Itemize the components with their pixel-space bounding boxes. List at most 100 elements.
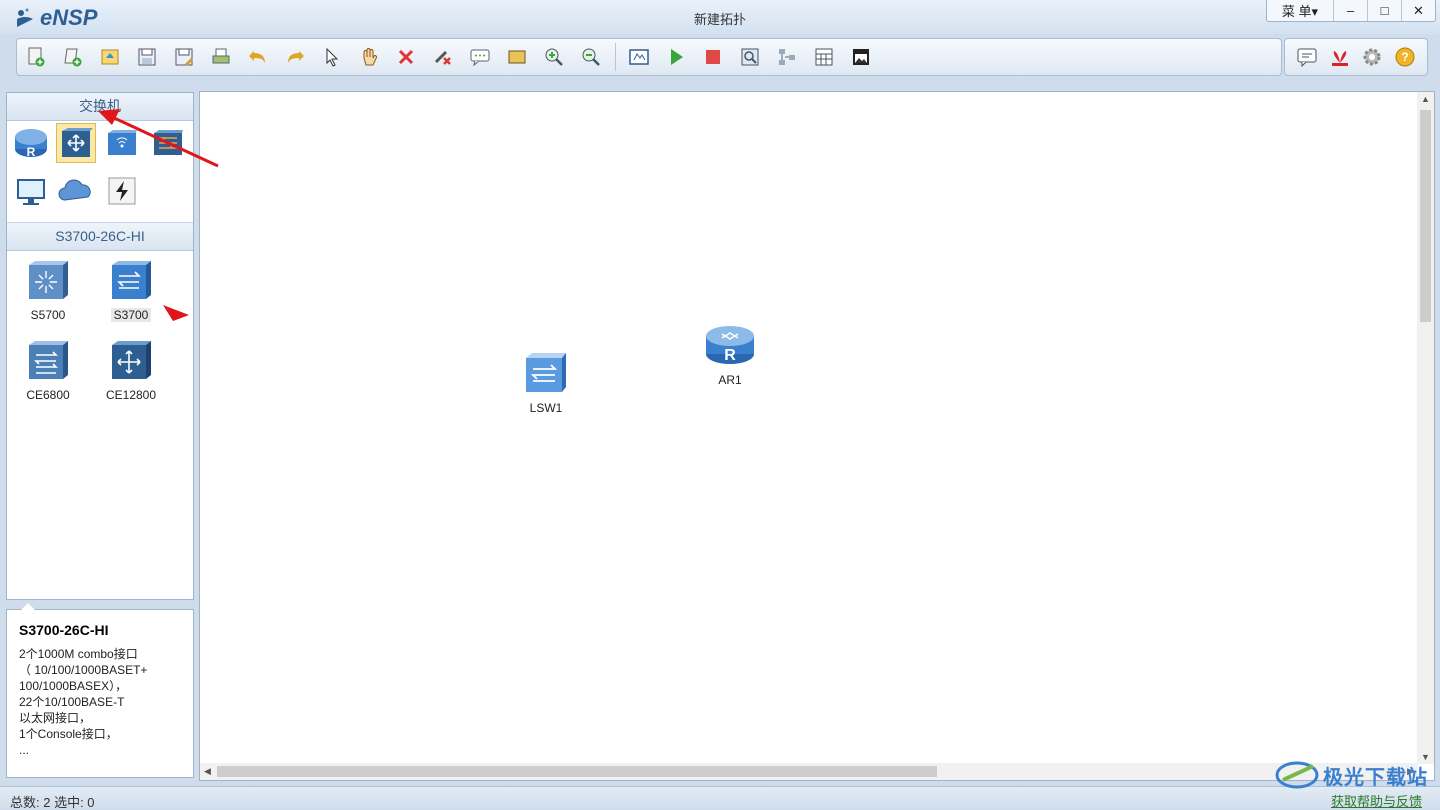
device-s3700[interactable]: S3700 xyxy=(96,259,166,322)
router-icon: R xyxy=(15,129,47,159)
screenshot-icon[interactable] xyxy=(848,44,874,70)
chat-icon[interactable] xyxy=(1294,44,1320,70)
router-node-icon: R xyxy=(706,326,754,364)
cloud-icon xyxy=(58,179,91,201)
node-lsw1[interactable]: LSW1 xyxy=(516,350,576,415)
menu-button[interactable]: 菜 单▾ xyxy=(1267,0,1333,21)
firewall-icon xyxy=(154,130,183,155)
window-title: 新建拓扑 xyxy=(693,12,746,27)
vertical-scrollbar[interactable]: ▲ ▼ xyxy=(1417,92,1434,764)
info-line: 2个1000M combo接口 xyxy=(19,647,138,661)
close-button[interactable]: ✕ xyxy=(1401,0,1435,21)
device-grid: S5700 S3700 CE6800 CE12800 xyxy=(7,251,193,596)
watermark: 极光下载站 xyxy=(1275,758,1428,792)
title-bar: eNSP 新建拓扑 菜 单▾ – □ ✕ xyxy=(0,0,1440,34)
info-line: 100/1000BASEX）， xyxy=(19,679,128,693)
device-info-panel: S3700-26C-HI 2个1000M combo接口 （ 10/100/10… xyxy=(6,603,194,778)
stop-device-icon[interactable] xyxy=(700,44,726,70)
right-toolbar: ? xyxy=(1284,38,1428,76)
grid-icon[interactable] xyxy=(811,44,837,70)
select-icon[interactable] xyxy=(319,44,345,70)
capture-icon[interactable] xyxy=(737,44,763,70)
text-annotation-icon[interactable] xyxy=(467,44,493,70)
scroll-left-icon[interactable]: ◀ xyxy=(204,766,211,777)
open-icon[interactable] xyxy=(97,44,123,70)
switch-node-icon xyxy=(526,353,566,392)
vertical-scroll-thumb[interactable] xyxy=(1420,110,1431,322)
delete-link-icon[interactable] xyxy=(430,44,456,70)
save-as-icon[interactable] xyxy=(171,44,197,70)
info-notch xyxy=(21,603,35,610)
huawei-icon[interactable] xyxy=(1327,44,1353,70)
info-line: （ 10/100/1000BASET+ xyxy=(19,663,148,677)
device-palette: 交换机 R S3700-26C-HI S5700 S3700 CE6800 CE… xyxy=(6,92,194,600)
category-header: 交换机 xyxy=(7,93,193,121)
svg-text:?: ? xyxy=(1401,50,1408,64)
category-grid: R xyxy=(7,121,193,223)
category-wireless[interactable] xyxy=(102,123,142,163)
delete-icon[interactable] xyxy=(393,44,419,70)
device-label: S3700 xyxy=(110,308,152,322)
info-title: S3700-26C-HI xyxy=(19,622,109,638)
zoom-in-icon[interactable] xyxy=(541,44,567,70)
ce6800-switch-icon xyxy=(29,341,68,379)
redo-icon[interactable] xyxy=(282,44,308,70)
wireless-icon xyxy=(108,130,137,155)
info-line: 22个10/100BASE-T xyxy=(19,695,125,709)
horizontal-scrollbar[interactable]: ◀ ▶ xyxy=(200,763,1418,780)
s3700-switch-icon xyxy=(112,261,151,299)
info-line: 以太网接口， xyxy=(19,711,92,725)
category-router[interactable]: R xyxy=(11,123,51,163)
category-power[interactable] xyxy=(102,171,142,211)
maximize-button[interactable]: □ xyxy=(1367,0,1401,21)
selection-count: 总数: 2 选中: 0 xyxy=(10,795,95,810)
new-topology-icon[interactable] xyxy=(23,44,49,70)
category-cloud[interactable] xyxy=(56,171,96,211)
rectangle-icon[interactable] xyxy=(504,44,530,70)
scroll-up-icon[interactable]: ▲ xyxy=(1421,94,1430,104)
device-label: S5700 xyxy=(30,308,66,322)
status-bar: 总数: 2 选中: 0 获取帮助与反馈 xyxy=(0,786,1440,810)
switch-icon xyxy=(62,128,93,157)
undo-icon[interactable] xyxy=(245,44,271,70)
horizontal-scroll-thumb[interactable] xyxy=(217,766,937,777)
device-series-header: S3700-26C-HI xyxy=(7,223,193,251)
window-controls: 菜 单▾ – □ ✕ xyxy=(1266,0,1436,22)
zoom-out-icon[interactable] xyxy=(578,44,604,70)
device-ce12800[interactable]: CE12800 xyxy=(96,339,166,402)
start-device-icon[interactable] xyxy=(663,44,689,70)
watermark-logo-icon xyxy=(1275,761,1319,789)
device-label: CE12800 xyxy=(105,388,157,402)
category-switch[interactable] xyxy=(56,123,96,163)
watermark-text: 极光下载站 xyxy=(1323,766,1428,789)
node-label: LSW1 xyxy=(529,401,563,415)
topology-canvas[interactable]: LSW1 R AR1 ▲ ▼ ◀ ▶ xyxy=(199,91,1435,781)
toolbar-separator xyxy=(615,43,616,71)
new-exam-icon[interactable] xyxy=(60,44,86,70)
category-firewall[interactable] xyxy=(148,123,188,163)
minimize-button[interactable]: – xyxy=(1333,0,1367,21)
device-label: CE6800 xyxy=(26,388,70,402)
ce12800-switch-icon xyxy=(112,341,151,379)
device-s5700[interactable]: S5700 xyxy=(13,259,83,322)
s5700-switch-icon xyxy=(29,261,68,299)
help-feedback-link[interactable]: 获取帮助与反馈 xyxy=(1331,791,1422,810)
node-label: AR1 xyxy=(718,373,742,387)
print-icon[interactable] xyxy=(208,44,234,70)
pan-hand-icon[interactable] xyxy=(356,44,382,70)
main-toolbar xyxy=(16,38,1282,76)
help-icon[interactable]: ? xyxy=(1392,44,1418,70)
pc-icon xyxy=(17,179,45,205)
save-icon[interactable] xyxy=(134,44,160,70)
settings-icon[interactable] xyxy=(1359,44,1385,70)
topology-icon[interactable] xyxy=(774,44,800,70)
power-icon xyxy=(108,177,136,205)
svg-text:R: R xyxy=(724,347,736,364)
info-line: 1个Console接口， xyxy=(19,727,118,741)
device-ce6800[interactable]: CE6800 xyxy=(13,339,83,402)
info-line: ... xyxy=(19,743,30,757)
svg-text:R: R xyxy=(27,145,36,159)
category-pc[interactable] xyxy=(11,171,51,211)
node-ar1[interactable]: R AR1 xyxy=(700,320,760,387)
fit-view-icon[interactable] xyxy=(626,44,652,70)
